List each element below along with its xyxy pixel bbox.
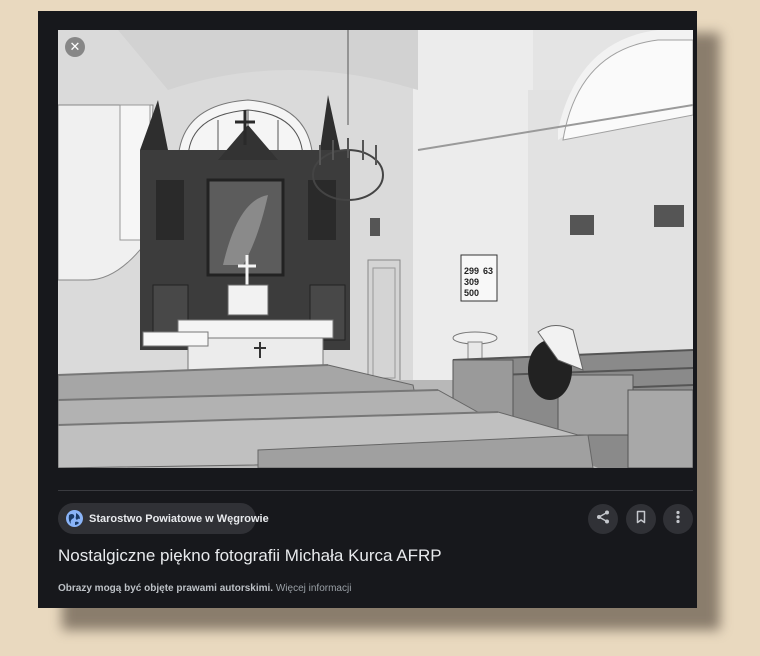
hymn-number: 63 [483, 266, 493, 276]
share-icon [595, 509, 611, 530]
church-interior-photo: 299 63 309 500 [58, 30, 693, 468]
image-viewer-panel: 299 63 309 500 ✕ Starostwo Powiatowe w W… [38, 11, 697, 608]
divider [58, 490, 693, 491]
share-button[interactable] [588, 504, 618, 534]
close-icon: ✕ [69, 39, 81, 55]
hymn-number: 500 [464, 288, 479, 298]
source-label: Starostwo Powiatowe w Węgrowie [89, 512, 269, 525]
bookmark-icon [633, 509, 649, 530]
image-title[interactable]: Nostalgiczne piękno fotografii Michała K… [58, 546, 442, 566]
more-info-link[interactable]: Więcej informacji [276, 583, 352, 594]
save-button[interactable] [626, 504, 656, 534]
copyright-notice: Obrazy mogą być objęte prawami autorskim… [58, 583, 351, 594]
hymn-number: 309 [464, 277, 479, 287]
preview-image[interactable]: 299 63 309 500 [58, 30, 693, 468]
copyright-text: Obrazy mogą być objęte prawami autorskim… [58, 583, 274, 594]
more-vert-icon [670, 509, 686, 530]
source-chip[interactable]: Starostwo Powiatowe w Węgrowie [58, 503, 269, 534]
more-options-button[interactable] [663, 504, 693, 534]
hymn-number: 299 [464, 266, 479, 276]
close-button[interactable]: ✕ [65, 37, 85, 57]
globe-icon [66, 510, 83, 527]
